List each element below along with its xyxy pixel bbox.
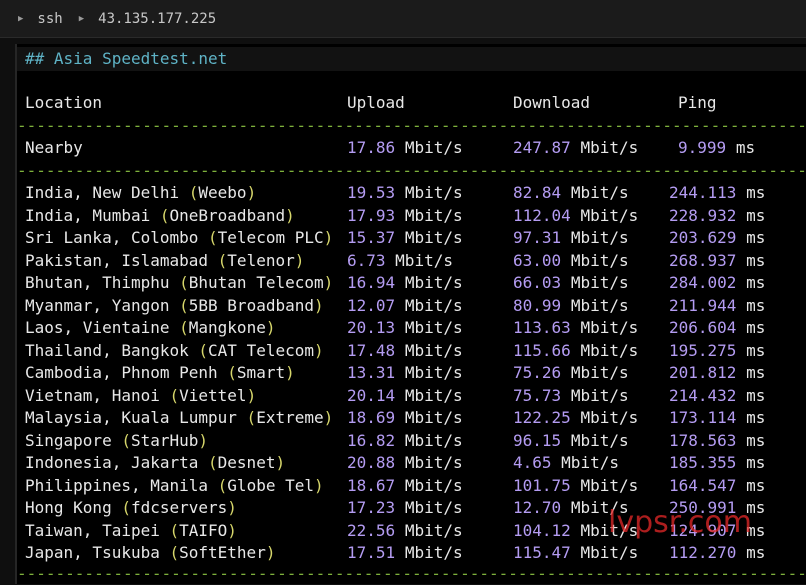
nearby-upload: 17.86 Mbit/s (347, 138, 463, 157)
row-upload: 19.53 Mbit/s (347, 183, 463, 202)
divider-middle: ----------------------------------------… (17, 161, 806, 180)
watermark: lvpsr.com (608, 505, 752, 540)
row-location: Laos, Vientaine (Mangkone) (25, 318, 276, 337)
row-download: 122.25 Mbit/s (513, 408, 639, 427)
row-upload: 17.51 Mbit/s (347, 543, 463, 562)
row-ping: 284.002 ms (669, 273, 766, 292)
row-download: 101.75 Mbit/s (513, 475, 639, 495)
row-upload: 15.37 Mbit/s (347, 228, 463, 247)
row-location: India, Mumbai (OneBroadband) (25, 205, 295, 225)
row-ping: 164.547 ms (669, 475, 766, 495)
row-ping: 112.270 ms (669, 543, 766, 562)
row-download: 75.73 Mbit/s (513, 385, 629, 405)
row-ping: 206.604 ms (669, 318, 766, 337)
row-upload: 17.93 Mbit/s (347, 205, 463, 225)
row-upload: 17.48 Mbit/s (347, 340, 463, 360)
row-ping: 195.275 ms (669, 340, 766, 360)
row-ping: 211.944 ms (669, 295, 766, 315)
row-location: Thailand, Bangkok (CAT Telecom) (25, 340, 324, 360)
row-location: Japan, Tsukuba (SoftEther) (25, 543, 276, 562)
row-location: Hong Kong (fdcservers) (25, 498, 237, 517)
row-download: 115.47 Mbit/s (513, 543, 639, 562)
row-download: 66.03 Mbit/s (513, 273, 629, 292)
divider-bottom: ----------------------------------------… (17, 564, 806, 583)
row-location: Sri Lanka, Colombo (Telecom PLC) (25, 228, 334, 247)
nearby-download: 247.87 Mbit/s (513, 138, 639, 157)
row-upload: 18.67 Mbit/s (347, 475, 463, 495)
column-header-row: Location Upload Download Ping (25, 92, 717, 114)
row-upload: 22.56 Mbit/s (347, 520, 463, 540)
row-location: Singapore (StarHub) (25, 430, 209, 450)
row-ping: 185.355 ms (669, 453, 766, 472)
row-location: Pakistan, Islamabad (Telenor) (25, 250, 305, 270)
row-location: Indonesia, Jakarta (Desnet) (25, 453, 286, 472)
row-location: Vietnam, Hanoi (Viettel) (25, 385, 257, 405)
row-download: 63.00 Mbit/s (513, 250, 629, 270)
row-download: 112.04 Mbit/s (513, 205, 639, 225)
row-upload: 18.69 Mbit/s (347, 408, 463, 427)
row-location: India, New Delhi (Weebo) (25, 183, 257, 202)
row-ping: 173.114 ms (669, 408, 766, 427)
row-download: 113.63 Mbit/s (513, 318, 639, 337)
breadcrumb-host[interactable]: 43.135.177.225 (98, 11, 216, 27)
row-ping: 268.937 ms (669, 250, 766, 270)
row-download: 96.15 Mbit/s (513, 430, 629, 450)
row-upload: 16.82 Mbit/s (347, 430, 463, 450)
row-upload: 6.73 Mbit/s (347, 250, 453, 270)
section-heading: ## Asia Speedtest.net (25, 49, 228, 68)
row-ping: 228.932 ms (669, 205, 766, 225)
nearby-row: Nearby 17.86 Mbit/s 247.87 Mbit/s 9.999 … (25, 137, 755, 159)
row-ping: 244.113 ms (669, 183, 766, 202)
row-download: 82.84 Mbit/s (513, 183, 629, 202)
column-location: Location (25, 93, 103, 112)
breadcrumb-ssh[interactable]: ssh (37, 11, 62, 27)
column-download: Download (513, 93, 591, 112)
row-ping: 201.812 ms (669, 363, 766, 382)
row-ping: 214.432 ms (669, 385, 766, 405)
row-download: 97.31 Mbit/s (513, 228, 629, 247)
row-download: 115.66 Mbit/s (513, 340, 639, 360)
row-location: Myanmar, Yangon (5BB Broadband) (25, 295, 324, 315)
nearby-ping: 9.999 ms (678, 138, 756, 157)
breadcrumb-arrow-icon: ▶ (78, 13, 85, 24)
row-upload: 20.13 Mbit/s (347, 318, 463, 337)
breadcrumb-arrow-icon: ▶ (18, 13, 24, 24)
row-location: Taiwan, Taipei (TAIFO) (25, 520, 237, 540)
row-location: Malaysia, Kuala Lumpur (Extreme) (25, 408, 334, 427)
row-ping: 178.563 ms (669, 430, 766, 450)
row-upload: 13.31 Mbit/s (347, 363, 463, 382)
divider-top: ----------------------------------------… (17, 116, 806, 135)
row-download: 75.26 Mbit/s (513, 363, 629, 382)
row-location: Bhutan, Thimphu (Bhutan Telecom) (25, 273, 334, 292)
row-location: Cambodia, Phnom Penh (Smart) (25, 363, 295, 382)
row-upload: 20.88 Mbit/s (347, 453, 463, 472)
row-upload: 16.94 Mbit/s (347, 273, 463, 292)
row-ping: 203.629 ms (669, 228, 766, 247)
row-upload: 20.14 Mbit/s (347, 385, 463, 405)
row-upload: 12.07 Mbit/s (347, 295, 463, 315)
row-upload: 17.23 Mbit/s (347, 498, 463, 517)
column-ping: Ping (678, 93, 717, 112)
row-download: 4.65 Mbit/s (513, 453, 619, 472)
nearby-location: Nearby (25, 138, 83, 157)
column-upload: Upload (347, 93, 405, 112)
terminal-titlebar: ▶ ssh ▶ 43.135.177.225 (0, 0, 806, 38)
row-location: Philippines, Manila (Globe Tel) (25, 475, 324, 495)
row-download: 80.99 Mbit/s (513, 295, 629, 315)
